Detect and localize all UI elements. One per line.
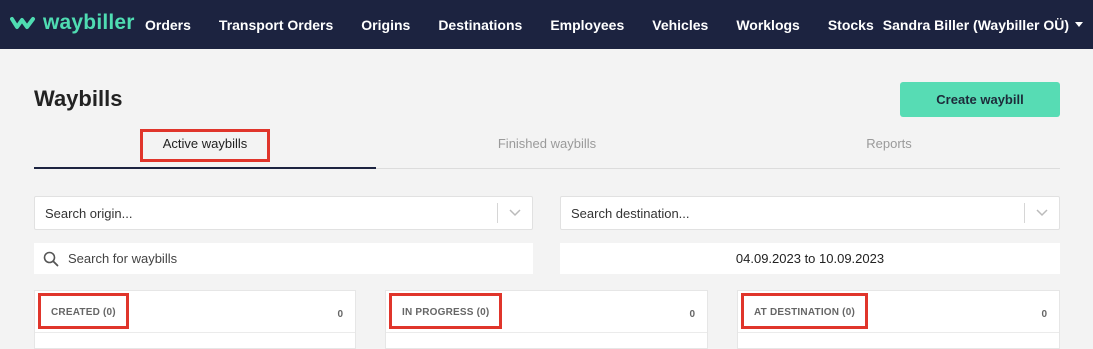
chevron-down-icon[interactable] <box>498 196 532 230</box>
user-menu[interactable]: Sandra Biller (Waybiller OÜ) <box>883 0 1083 49</box>
page-title: Waybills <box>34 86 123 111</box>
column-title: CREATED (0) <box>38 293 129 329</box>
date-range-value: 04.09.2023 to 10.09.2023 <box>735 251 885 266</box>
nav-link-vehicles[interactable]: Vehicles <box>652 17 708 33</box>
top-navbar: waybiller Orders Transport Orders Origin… <box>0 0 1093 49</box>
nav-link-destinations[interactable]: Destinations <box>438 17 522 33</box>
nav-link-transport-orders[interactable]: Transport Orders <box>219 17 333 33</box>
tab-label: Finished waybills <box>497 136 597 151</box>
nav-link-stocks[interactable]: Stocks <box>828 17 874 33</box>
nav-links: Orders Transport Orders Origins Destinat… <box>131 0 888 49</box>
column-count: 0 <box>689 309 695 320</box>
nav-link-orders[interactable]: Orders <box>145 17 191 33</box>
tab-active-waybills[interactable]: Active waybills <box>34 120 376 169</box>
origin-select[interactable]: Search origin... <box>34 196 533 230</box>
origin-select-placeholder: Search origin... <box>45 205 133 221</box>
tab-reports[interactable]: Reports <box>718 120 1060 168</box>
user-name: Sandra Biller (Waybiller OÜ) <box>882 16 1069 33</box>
column-in-progress: IN PROGRESS (0) 0 <box>385 290 708 349</box>
caret-down-icon <box>1075 22 1083 27</box>
waybill-search[interactable] <box>34 243 533 274</box>
column-count: 0 <box>1041 309 1047 320</box>
date-range-picker[interactable]: 04.09.2023 to 10.09.2023 <box>560 243 1060 274</box>
destination-select[interactable]: Search destination... <box>560 196 1060 230</box>
tab-label: Active waybills <box>139 129 271 162</box>
search-input[interactable] <box>68 251 533 266</box>
column-header: CREATED (0) 0 <box>35 291 355 333</box>
destination-select-placeholder: Search destination... <box>571 205 690 221</box>
column-title: AT DESTINATION (0) <box>741 293 869 329</box>
nav-link-origins[interactable]: Origins <box>361 17 410 33</box>
column-title: IN PROGRESS (0) <box>389 293 503 329</box>
column-header: IN PROGRESS (0) 0 <box>386 291 707 333</box>
nav-link-worklogs[interactable]: Worklogs <box>736 17 800 33</box>
column-count: 0 <box>337 309 343 320</box>
waybiller-logo-icon <box>10 17 35 29</box>
tab-finished-waybills[interactable]: Finished waybills <box>376 120 718 168</box>
chevron-down-icon[interactable] <box>1025 196 1059 230</box>
column-header: AT DESTINATION (0) 0 <box>738 291 1059 333</box>
nav-link-employees[interactable]: Employees <box>550 17 624 33</box>
column-at-destination: AT DESTINATION (0) 0 <box>737 290 1060 349</box>
create-waybill-button[interactable]: Create waybill <box>900 82 1060 117</box>
waybiller-logo[interactable]: waybiller <box>10 11 135 35</box>
logo-text: waybiller <box>43 11 135 34</box>
waybill-tabs: Active waybills Finished waybills Report… <box>34 120 1060 169</box>
column-created: CREATED (0) 0 <box>34 290 356 349</box>
search-icon <box>34 251 68 267</box>
tab-label: Reports <box>866 136 912 151</box>
